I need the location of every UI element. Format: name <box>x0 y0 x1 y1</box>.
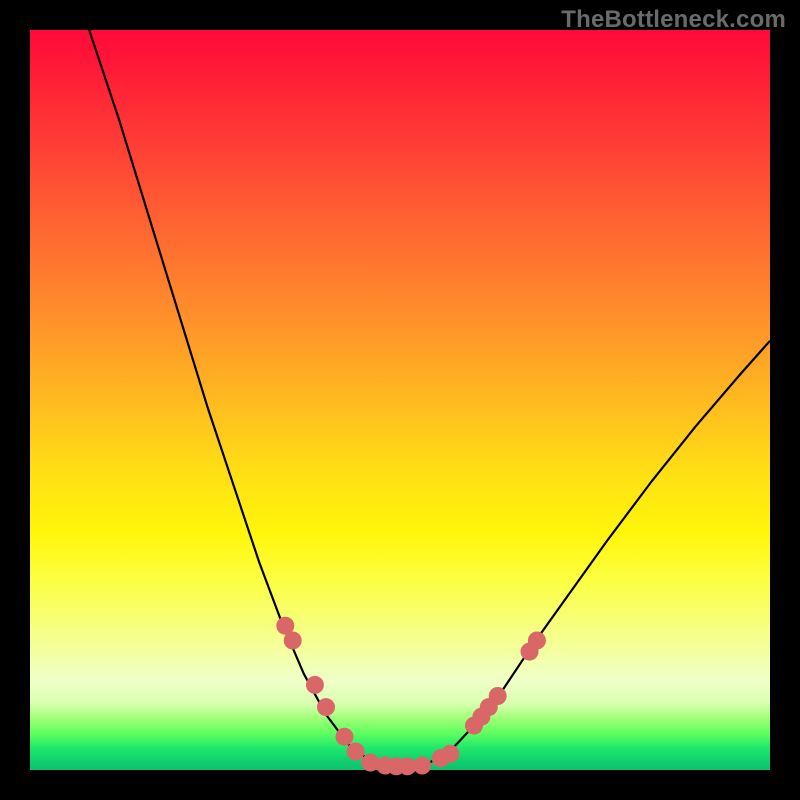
data-marker <box>284 632 302 650</box>
chart-frame: TheBottleneck.com <box>0 0 800 800</box>
data-marker <box>306 676 324 694</box>
data-marker <box>528 632 546 650</box>
plot-area <box>30 30 770 770</box>
watermark-text: TheBottleneck.com <box>561 6 786 34</box>
data-marker <box>413 757 431 775</box>
data-marker <box>489 687 507 705</box>
data-marker <box>317 698 335 716</box>
data-marker <box>347 743 365 761</box>
data-marker <box>336 728 354 746</box>
data-marker <box>441 745 459 763</box>
bottleneck-curve <box>89 30 770 766</box>
chart-svg <box>30 30 770 770</box>
data-marker <box>361 754 379 772</box>
